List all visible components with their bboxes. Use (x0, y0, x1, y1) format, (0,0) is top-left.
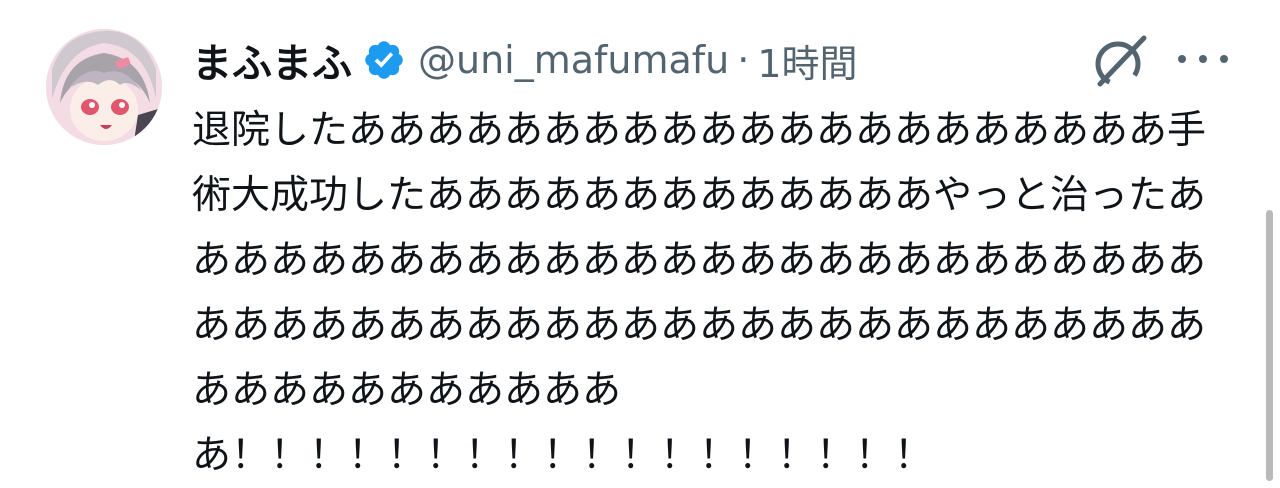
tweet-header: まふまふ @uni_mafumafu · 1時間 (192, 32, 858, 88)
avatar[interactable] (46, 29, 162, 145)
more-dot (1220, 55, 1228, 63)
more-options-icon[interactable] (1178, 44, 1228, 74)
user-handle[interactable]: @uni_mafumafu (418, 38, 729, 82)
timestamp[interactable]: 1時間 (757, 33, 857, 88)
scrollbar[interactable] (1266, 210, 1273, 481)
separator-dot: · (737, 38, 750, 82)
more-dot (1178, 55, 1186, 63)
grok-icon[interactable] (1090, 30, 1152, 92)
display-name[interactable]: まふまふ (192, 31, 352, 89)
verified-badge-icon[interactable] (362, 38, 406, 82)
more-dot (1199, 55, 1207, 63)
tweet-text: 退院したあああああああああああああああああああああ手術大成功したああああああああ… (192, 108, 1207, 478)
